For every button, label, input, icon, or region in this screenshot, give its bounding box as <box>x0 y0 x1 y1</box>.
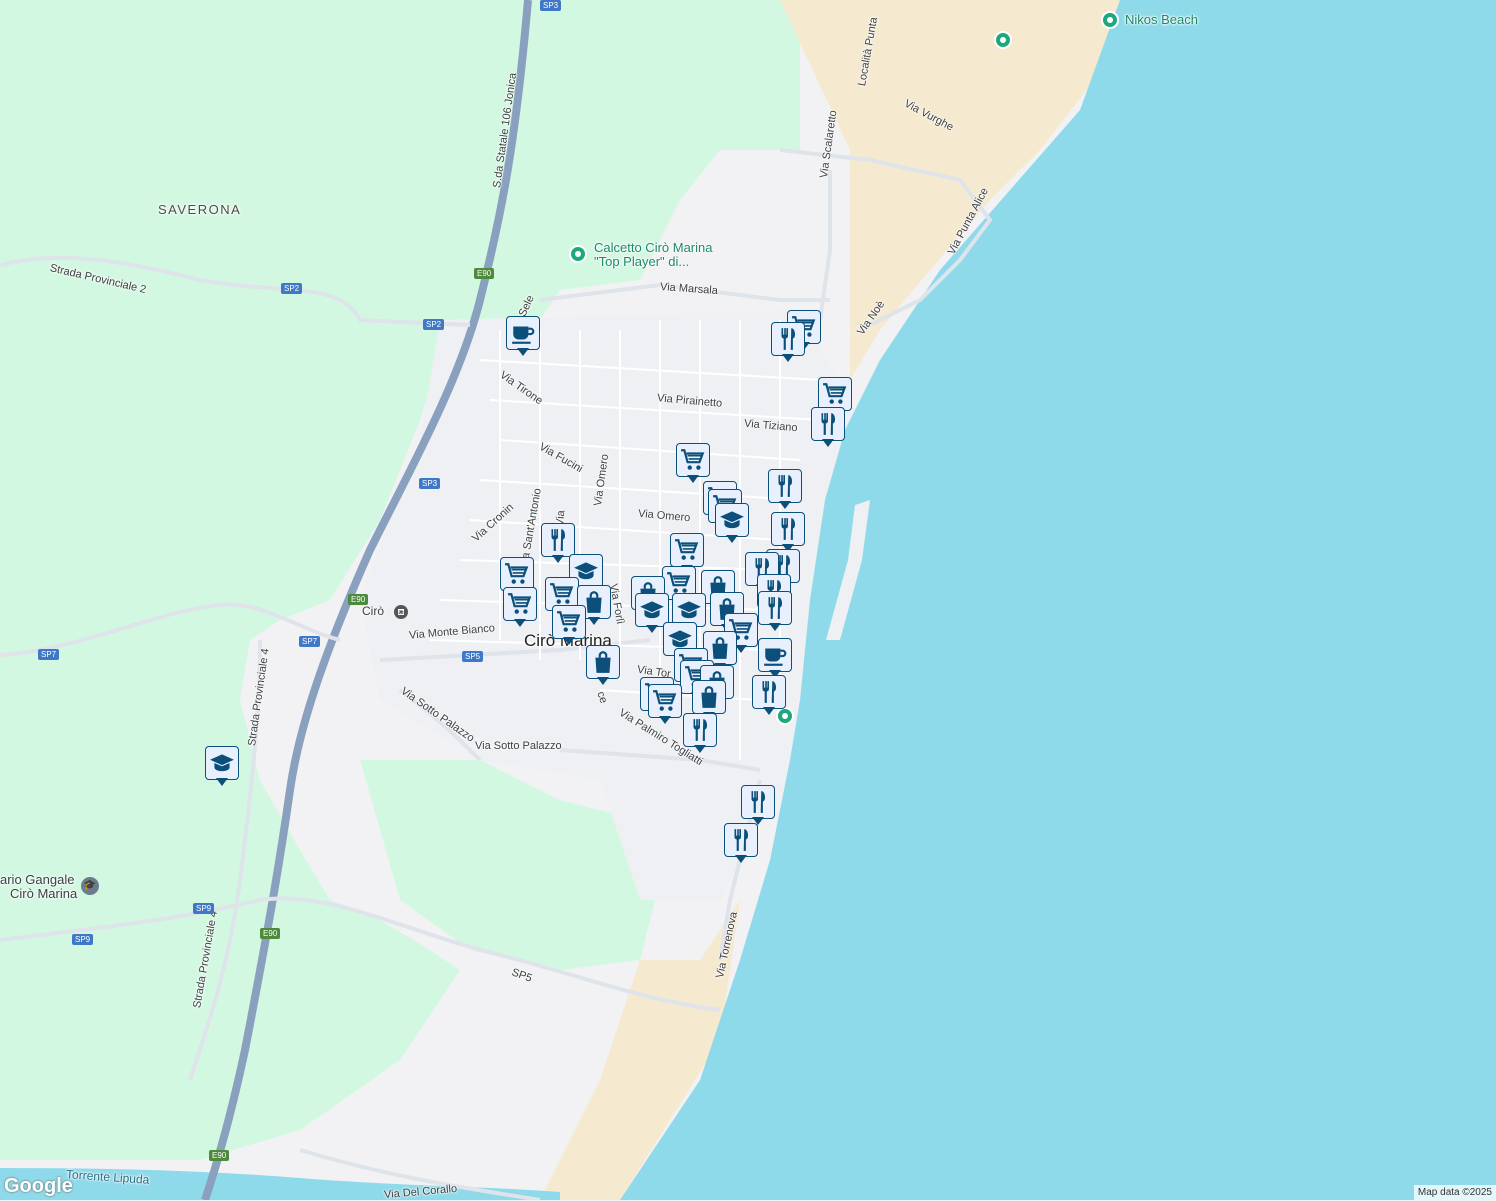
map-pin-fork[interactable] <box>752 675 788 719</box>
restaurant-icon <box>687 717 713 743</box>
school-cap-icon <box>639 597 665 623</box>
poi-marker-calcetto[interactable] <box>569 245 587 263</box>
shield-sp5: SP5 <box>462 651 484 662</box>
shopping-cart-icon <box>507 591 533 617</box>
shopping-bag-icon <box>590 649 616 675</box>
poi-marker-nikos-beach[interactable] <box>1101 11 1119 29</box>
shopping-cart-icon <box>674 537 700 563</box>
cafe-cup-icon <box>510 320 536 346</box>
restaurant-icon <box>762 595 788 621</box>
shield-sp9-a: SP9 <box>193 903 215 914</box>
poi-label-calcetto-2[interactable]: "Top Player" di... <box>594 254 689 269</box>
restaurant-icon <box>545 527 571 553</box>
map-pin-cup[interactable] <box>506 316 542 360</box>
shield-sp2-a: SP2 <box>281 283 303 294</box>
school-cap-icon <box>209 750 235 776</box>
restaurant-icon <box>756 679 782 705</box>
shield-e90-d: E90 <box>209 1150 230 1161</box>
poi-label-calcetto-1[interactable]: Calcetto Cirò Marina <box>594 240 713 255</box>
map-pin-bag[interactable] <box>586 645 622 689</box>
poi-label-gangale-2[interactable]: Cirò Marina <box>10 886 77 901</box>
map-pin-fork[interactable] <box>811 407 847 451</box>
map-pin-fork[interactable] <box>683 713 719 757</box>
shield-e90-a: E90 <box>474 268 495 279</box>
shield-e90-c: E90 <box>260 928 281 939</box>
school-cap-icon <box>676 597 702 623</box>
train-station-icon[interactable]: ⛾ <box>394 605 408 619</box>
station-label-ciro: Cirò <box>362 604 385 618</box>
map-pin-fork[interactable] <box>758 591 794 635</box>
shopping-cart-icon <box>652 688 678 714</box>
shield-sp9-b: SP9 <box>72 934 94 945</box>
restaurant-icon <box>775 326 801 352</box>
shield-e90-b: E90 <box>348 594 369 605</box>
shopping-cart-icon <box>680 447 706 473</box>
map-pin-cart[interactable] <box>648 684 684 728</box>
map-pin-cap[interactable] <box>205 746 241 790</box>
shopping-cart-icon <box>556 609 582 635</box>
shopping-bag-icon <box>696 684 722 710</box>
restaurant-icon <box>775 516 801 542</box>
restaurant-icon <box>815 411 841 437</box>
shield-sp2-b: SP2 <box>423 319 445 330</box>
shopping-cart-icon <box>822 381 848 407</box>
school-icon[interactable]: 🎓 <box>81 877 99 895</box>
poi-marker-green[interactable] <box>994 31 1012 49</box>
map-pin-cart[interactable] <box>552 605 588 649</box>
shield-sp3-top: SP3 <box>540 0 562 11</box>
restaurant-icon <box>745 789 771 815</box>
map-pin-fork[interactable] <box>771 322 807 366</box>
map-pin-fork[interactable] <box>724 823 760 867</box>
map-pin-fork[interactable] <box>768 469 804 513</box>
school-cap-icon <box>719 507 745 533</box>
shopping-bag-icon <box>707 635 733 661</box>
map-pin-cart[interactable] <box>503 587 539 631</box>
google-logo: Google <box>4 1175 73 1197</box>
place-label-saverona: SAVERONA <box>158 202 242 217</box>
map-pin-cap[interactable] <box>715 503 751 547</box>
shield-sp7-b: SP7 <box>38 649 60 660</box>
road-label-via-sotto-palazzo-2: Via Sotto Palazzo <box>475 740 562 752</box>
shield-sp3-mid: SP3 <box>419 478 441 489</box>
shield-sp7: SP7 <box>299 636 321 647</box>
shopping-cart-icon <box>549 581 575 607</box>
restaurant-icon <box>772 473 798 499</box>
restaurant-icon <box>728 827 754 853</box>
cafe-cup-icon <box>762 642 788 668</box>
poi-label-nikos-beach[interactable]: Nikos Beach <box>1125 12 1198 27</box>
poi-label-gangale-1[interactable]: ario Gangale <box>0 872 74 887</box>
map-canvas[interactable] <box>0 0 1496 1200</box>
map-attribution[interactable]: Map data ©2025 <box>1413 1185 1496 1200</box>
shopping-cart-icon <box>504 561 530 587</box>
